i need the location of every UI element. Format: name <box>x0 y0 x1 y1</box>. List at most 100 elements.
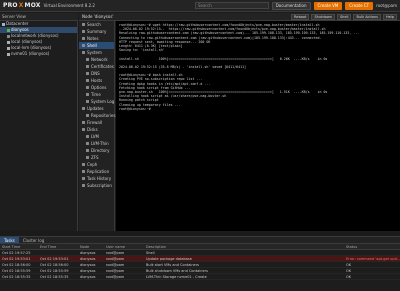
menu-item-label: Certificates <box>91 64 114 69</box>
storage-icon <box>7 46 10 50</box>
menu-item-label: Shell <box>87 43 97 48</box>
task-node: dionysos <box>80 263 96 267</box>
menu-item[interactable]: System Log <box>79 98 114 105</box>
task-user: root@pam <box>106 263 125 267</box>
create-vm-button[interactable]: Create VM <box>313 1 343 10</box>
menu-item[interactable]: Directory <box>79 147 114 154</box>
menu-item[interactable]: Subscription <box>79 182 114 189</box>
tree-item-label: nvme01 (dionysos) <box>11 51 50 56</box>
task-start: Oct 02 18:55:59 <box>2 269 31 273</box>
menu-item-icon <box>82 184 85 187</box>
menu-item[interactable]: Shell <box>79 42 114 49</box>
task-user: root@pam <box>106 251 125 255</box>
tree-item[interactable]: nvme01 (dionysos) <box>0 51 77 57</box>
menu-item-label: LVM-Thin <box>91 141 109 146</box>
menu-item[interactable]: Certificates <box>79 63 114 70</box>
menu-item-icon <box>82 121 85 124</box>
menu-item-label: Firewall <box>87 120 103 125</box>
menu-item[interactable]: Firewall <box>79 119 114 126</box>
menu-item[interactable]: LVM-Thin <box>79 140 114 147</box>
task-desc: Bulk start VMs and Containers <box>146 263 199 267</box>
task-start: Oct 02 19:57:25 <box>2 251 31 255</box>
logo-x: X <box>18 2 24 9</box>
search-input[interactable]: Search <box>194 2 269 9</box>
task-node: dionysos <box>80 275 96 279</box>
menu-item-label: Directory <box>91 148 110 153</box>
menu-item[interactable]: Repositories <box>79 112 116 119</box>
menu-item-label: System <box>87 50 102 55</box>
menu-item[interactable]: Time <box>79 91 114 98</box>
menu-item[interactable]: Hosts <box>79 77 114 84</box>
menu-item-label: Task History <box>87 176 112 181</box>
menu-item-label: Subscription <box>87 183 112 188</box>
tab-tasks[interactable]: Tasks <box>0 237 19 243</box>
menu-item-label: Updates <box>87 106 104 111</box>
menu-item-icon <box>86 142 89 145</box>
task-end <box>40 250 80 255</box>
node-action-button[interactable]: Shell <box>336 13 352 20</box>
menu-item-icon <box>82 177 85 180</box>
menu-item[interactable]: Task History <box>79 175 114 182</box>
menu-item-label: Disks <box>87 127 98 132</box>
task-status: OK <box>346 269 352 273</box>
create-ct-button[interactable]: Create CT <box>345 1 374 10</box>
node-action-button[interactable]: Bulk Actions <box>353 13 382 20</box>
header-node[interactable]: Node <box>80 244 106 249</box>
storage-icon <box>7 52 10 56</box>
header-description[interactable]: Description <box>146 244 346 249</box>
top-bar: PRO X MOX Virtual Environment 8.2.2 Search… <box>0 0 400 12</box>
tasks-panel: Tasks Cluster log Start Time End Time Nod… <box>0 236 400 291</box>
menu-item-icon <box>86 58 89 61</box>
menu-item-label: Network <box>91 57 108 62</box>
menu-item-icon <box>86 86 89 89</box>
menu-item[interactable]: ZFS <box>79 154 114 161</box>
menu-item[interactable]: DNS <box>79 70 114 77</box>
menu-item-icon <box>86 149 89 152</box>
logo-text-rest: MOX <box>24 2 41 9</box>
task-start: Oct 02 18:55:35 <box>2 275 31 279</box>
menu-item-label: Options <box>91 85 107 90</box>
menu-item[interactable]: Search <box>79 21 114 28</box>
node-action-button[interactable]: Help <box>383 13 397 20</box>
menu-item[interactable]: Updates <box>79 105 114 112</box>
header-start-time[interactable]: Start Time <box>0 244 40 249</box>
menu-item-label: Ceph <box>87 162 98 167</box>
task-desc: Update package database <box>146 257 192 261</box>
header-end-time[interactable]: End Time <box>40 244 80 249</box>
task-end: Oct 02 18:55:35 <box>40 275 69 279</box>
menu-item[interactable]: Notes <box>79 35 114 42</box>
menu-item-label: Notes <box>87 36 99 41</box>
menu-item-icon <box>82 51 85 54</box>
node-icon <box>7 28 10 32</box>
shell-terminal[interactable]: root@dionysos:~# wget https://raw.github… <box>116 21 400 231</box>
task-node: dionysos <box>80 251 96 255</box>
menu-item-icon <box>86 65 89 68</box>
menu-item[interactable]: Network <box>79 56 114 63</box>
menu-item-icon <box>86 72 89 75</box>
server-view-selector[interactable]: Server View <box>0 13 78 21</box>
menu-item-icon <box>86 100 89 103</box>
version-label: Virtual Environment 8.2.2 <box>43 3 95 8</box>
tab-cluster-log[interactable]: Cluster log <box>19 237 49 243</box>
documentation-button[interactable]: Documentation <box>271 1 311 10</box>
task-status: OK <box>346 263 352 267</box>
menu-item[interactable]: Ceph <box>79 161 114 168</box>
task-end: Oct 02 18:56:00 <box>40 263 69 267</box>
task-status: OK <box>346 275 352 279</box>
header-user[interactable]: User name <box>106 244 146 249</box>
header-status[interactable]: Status <box>346 244 400 249</box>
task-desc: Shell <box>146 251 155 255</box>
menu-item[interactable]: Summary <box>79 28 114 35</box>
menu-item[interactable]: System <box>79 49 114 56</box>
node-action-button[interactable]: Shutdown <box>311 13 335 20</box>
table-row[interactable]: Oct 02 18:55:35 Oct 02 18:55:35 dionysos ro… <box>0 274 400 280</box>
menu-item-icon <box>82 128 85 131</box>
menu-item-icon <box>82 107 85 110</box>
node-action-button[interactable]: Reboot <box>291 13 310 20</box>
menu-item[interactable]: Replication <box>79 168 114 175</box>
menu-item[interactable]: LVM <box>79 133 114 140</box>
menu-item[interactable]: Disks <box>79 126 114 133</box>
user-menu[interactable]: root@pam <box>376 3 397 8</box>
menu-item-icon <box>82 170 85 173</box>
menu-item[interactable]: Options <box>79 84 114 91</box>
